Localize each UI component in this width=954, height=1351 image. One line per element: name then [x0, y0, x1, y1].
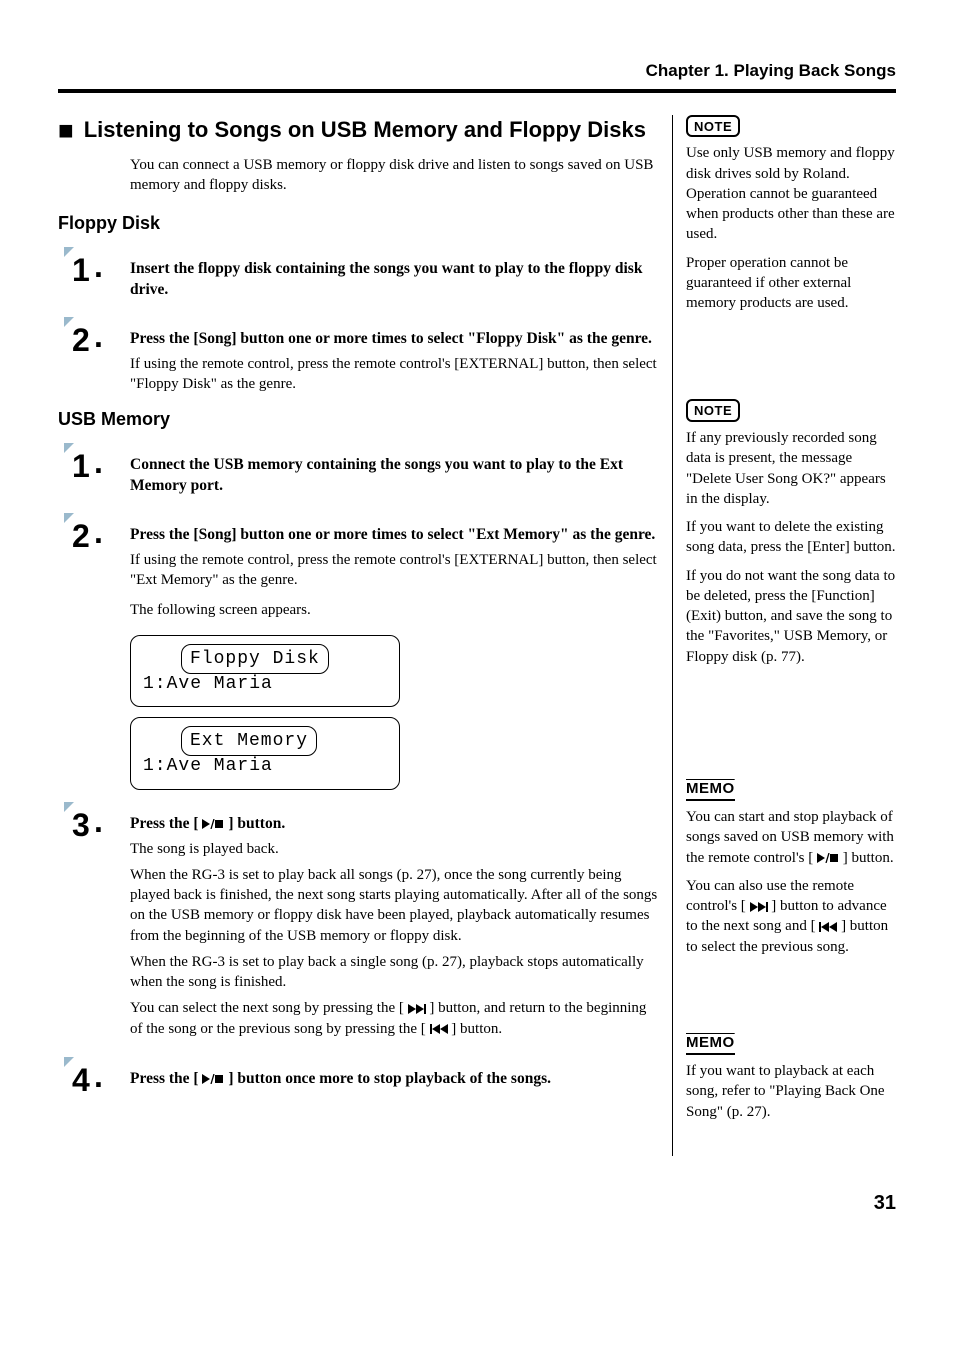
note-text: If any previously recorded song data is … [686, 428, 896, 509]
note-text: If you do not want the song data to be d… [686, 566, 896, 667]
subsection-usb-title: USB Memory [58, 407, 658, 431]
memo-badge: MEMO [686, 1033, 735, 1055]
step-title: Insert the floppy disk containing the so… [130, 259, 658, 301]
usb-step-1: 1. Connect the USB memory containing the… [58, 445, 658, 501]
step-text: When the RG-3 is set to play back all so… [130, 865, 658, 946]
step-number: 1 [72, 448, 90, 484]
lcd-title: Ext Memory [181, 726, 317, 756]
step-number: 2 [72, 322, 90, 358]
next-icon [750, 902, 768, 912]
prev-icon [819, 922, 837, 932]
lcd-ext: Ext Memory 1:Ave Maria [130, 717, 400, 790]
note-badge: NOTE [686, 399, 740, 422]
play-stop-icon [202, 819, 224, 829]
sidebar-column: NOTE Use only USB memory and floppy disk… [686, 115, 896, 1156]
step-title: Press the [Song] button one or more time… [130, 329, 658, 350]
main-column: ■ Listening to Songs on USB Memory and F… [58, 115, 658, 1156]
step-number: 4 [72, 1062, 90, 1098]
chapter-header: Chapter 1. Playing Back Songs [58, 60, 896, 83]
lcd-line: 1:Ave Maria [131, 672, 399, 696]
memo-block-2: MEMO If you want to playback at each son… [686, 1033, 896, 1122]
step-text: If using the remote control, press the r… [130, 354, 658, 395]
lcd-line: 1:Ave Maria [131, 754, 399, 778]
header-rule [58, 89, 896, 93]
next-icon [408, 1004, 426, 1014]
note-badge: NOTE [686, 115, 740, 138]
floppy-step-2: 2. Press the [Song] button one or more t… [58, 319, 658, 400]
step-3: 3. Press the [ ] button. The song is pla… [58, 804, 658, 1045]
step-number: 2 [72, 518, 90, 554]
memo-text: You can also use the remote control's [ … [686, 876, 896, 957]
floppy-step-1: 1. Insert the floppy disk containing the… [58, 249, 658, 305]
subsection-floppy-title: Floppy Disk [58, 211, 658, 235]
page-number: 31 [58, 1190, 896, 1217]
memo-badge: MEMO [686, 779, 735, 801]
step-text: The song is played back. [130, 839, 658, 859]
memo-text: You can start and stop playback of songs… [686, 807, 896, 868]
play-stop-icon [202, 1074, 224, 1084]
section-title: Listening to Songs on USB Memory and Flo… [84, 115, 646, 145]
step-4: 4. Press the [ ] button once more to sto… [58, 1059, 658, 1102]
step-number: 1 [72, 252, 90, 288]
step-title: Connect the USB memory containing the so… [130, 455, 658, 497]
step-text: When the RG-3 is set to play back a sing… [130, 952, 658, 993]
note-text: Proper operation cannot be guaranteed if… [686, 253, 896, 314]
memo-block-1: MEMO You can start and stop playback of … [686, 779, 896, 957]
note-text: Use only USB memory and floppy disk driv… [686, 143, 896, 244]
lcd-floppy: Floppy Disk 1:Ave Maria [130, 635, 400, 708]
step-text: You can select the next song by pressing… [130, 998, 658, 1039]
lcd-title: Floppy Disk [181, 644, 329, 674]
memo-text: If you want to playback at each song, re… [686, 1061, 896, 1122]
note-text: If you want to delete the existing song … [686, 517, 896, 558]
step-text: The following screen appears. [130, 600, 658, 620]
note-block-2: NOTE If any previously recorded song dat… [686, 399, 896, 666]
section-bullet: ■ [58, 118, 74, 144]
step-number: 3 [72, 807, 90, 843]
usb-step-2: 2. Press the [Song] button one or more t… [58, 515, 658, 627]
step-title: Press the [ ] button once more to stop p… [130, 1069, 658, 1090]
section-intro: You can connect a USB memory or floppy d… [130, 155, 658, 196]
note-block-1: NOTE Use only USB memory and floppy disk… [686, 115, 896, 314]
step-title: Press the [ ] button. [130, 814, 658, 835]
prev-icon [430, 1024, 448, 1034]
play-stop-icon [817, 853, 839, 863]
step-text: If using the remote control, press the r… [130, 550, 658, 591]
step-title: Press the [Song] button one or more time… [130, 525, 658, 546]
